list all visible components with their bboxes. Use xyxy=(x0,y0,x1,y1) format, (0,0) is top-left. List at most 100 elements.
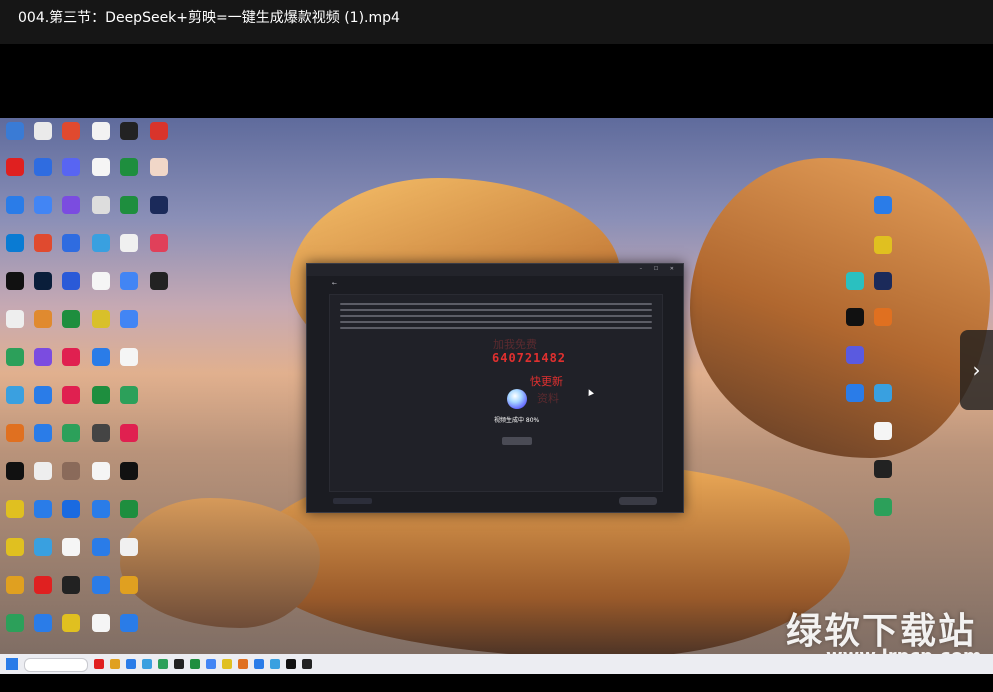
taskbar-search-box[interactable] xyxy=(24,658,88,672)
desktop-icon[interactable] xyxy=(34,310,52,328)
script-text-area[interactable]: 视频生成中 80% xyxy=(329,294,663,492)
next-video-button[interactable]: › xyxy=(960,330,993,410)
desktop-icon[interactable] xyxy=(6,538,24,556)
desktop-icon[interactable] xyxy=(6,348,24,366)
desktop-icon[interactable] xyxy=(62,196,80,214)
desktop-icon[interactable] xyxy=(34,196,52,214)
desktop-icon[interactable] xyxy=(150,272,168,290)
desktop-icon[interactable] xyxy=(34,576,52,594)
option-toggle[interactable] xyxy=(581,498,607,504)
taskbar-app-icon[interactable] xyxy=(126,659,136,669)
app-dialog[interactable]: – ☐ ✕ ← 视频生成中 80% 加我免费 640721482 快更新 资料 xyxy=(306,263,684,513)
desktop-icon[interactable] xyxy=(62,462,80,480)
taskbar-app-icon[interactable] xyxy=(254,659,264,669)
desktop-icon[interactable] xyxy=(92,158,110,176)
desktop-icon[interactable] xyxy=(62,158,80,176)
taskbar-app-icon[interactable] xyxy=(94,659,104,669)
toolbar-tag[interactable] xyxy=(333,498,372,504)
desktop-icon[interactable] xyxy=(62,234,80,252)
desktop-icon[interactable] xyxy=(150,122,168,140)
desktop-icon[interactable] xyxy=(62,122,80,140)
desktop-icon[interactable] xyxy=(92,272,110,290)
desktop-icon[interactable] xyxy=(34,158,52,176)
desktop-icon[interactable] xyxy=(874,422,892,440)
desktop-icon[interactable] xyxy=(150,158,168,176)
desktop-icon[interactable] xyxy=(120,424,138,442)
cancel-button[interactable] xyxy=(502,437,532,445)
desktop-icon[interactable] xyxy=(34,122,52,140)
desktop-icon[interactable] xyxy=(34,272,52,290)
desktop-icon[interactable] xyxy=(846,308,864,326)
desktop-icon[interactable] xyxy=(846,384,864,402)
desktop-icon[interactable] xyxy=(92,500,110,518)
desktop-icon[interactable] xyxy=(34,348,52,366)
video-frame[interactable]: – ☐ ✕ ← 视频生成中 80% 加我免费 640721482 快更新 资料 … xyxy=(0,118,993,674)
desktop-icon[interactable] xyxy=(874,236,892,254)
desktop-icon[interactable] xyxy=(92,462,110,480)
desktop-icon[interactable] xyxy=(6,500,24,518)
desktop-icon[interactable] xyxy=(6,122,24,140)
desktop-icon[interactable] xyxy=(120,310,138,328)
window-controls[interactable]: – ☐ ✕ xyxy=(640,266,679,272)
desktop-icon[interactable] xyxy=(846,272,864,290)
desktop-icon[interactable] xyxy=(6,614,24,632)
desktop-icon[interactable] xyxy=(62,386,80,404)
desktop-icon[interactable] xyxy=(92,538,110,556)
desktop-icon[interactable] xyxy=(120,576,138,594)
taskbar-app-icon[interactable] xyxy=(158,659,168,669)
desktop-icon[interactable] xyxy=(874,384,892,402)
desktop-icon[interactable] xyxy=(92,614,110,632)
desktop-icon[interactable] xyxy=(62,424,80,442)
generate-video-button[interactable] xyxy=(619,497,657,505)
desktop-icon[interactable] xyxy=(120,538,138,556)
desktop-icon[interactable] xyxy=(6,272,24,290)
taskbar-app-icon[interactable] xyxy=(174,659,184,669)
desktop-icon[interactable] xyxy=(92,348,110,366)
desktop-icon[interactable] xyxy=(34,462,52,480)
desktop-icon[interactable] xyxy=(34,614,52,632)
taskbar-app-icon[interactable] xyxy=(302,659,312,669)
desktop-icon[interactable] xyxy=(6,196,24,214)
start-icon[interactable] xyxy=(6,658,18,670)
desktop-icon[interactable] xyxy=(874,460,892,478)
desktop-icon[interactable] xyxy=(6,386,24,404)
desktop-icon[interactable] xyxy=(120,234,138,252)
desktop-icon[interactable] xyxy=(874,196,892,214)
taskbar-app-icon[interactable] xyxy=(270,659,280,669)
desktop-icon[interactable] xyxy=(92,386,110,404)
desktop-icon[interactable] xyxy=(62,576,80,594)
desktop-icon[interactable] xyxy=(6,424,24,442)
desktop-icon[interactable] xyxy=(92,424,110,442)
desktop-icon[interactable] xyxy=(6,576,24,594)
desktop-icon[interactable] xyxy=(92,310,110,328)
taskbar-app-icon[interactable] xyxy=(206,659,216,669)
desktop-icon[interactable] xyxy=(92,122,110,140)
desktop-icon[interactable] xyxy=(34,424,52,442)
desktop-icon[interactable] xyxy=(120,614,138,632)
taskbar-app-icon[interactable] xyxy=(238,659,248,669)
desktop-icon[interactable] xyxy=(34,386,52,404)
desktop-icon[interactable] xyxy=(6,310,24,328)
desktop-icon[interactable] xyxy=(62,310,80,328)
desktop-icon[interactable] xyxy=(92,234,110,252)
desktop-icon[interactable] xyxy=(62,538,80,556)
desktop-icon[interactable] xyxy=(150,196,168,214)
desktop-icon[interactable] xyxy=(846,346,864,364)
desktop-icon[interactable] xyxy=(120,272,138,290)
taskbar-app-icon[interactable] xyxy=(142,659,152,669)
desktop-icon[interactable] xyxy=(120,462,138,480)
desktop-icon[interactable] xyxy=(150,234,168,252)
taskbar-app-icon[interactable] xyxy=(190,659,200,669)
desktop-icon[interactable] xyxy=(120,196,138,214)
desktop-icon[interactable] xyxy=(120,122,138,140)
desktop-icon[interactable] xyxy=(62,614,80,632)
desktop-icon[interactable] xyxy=(34,538,52,556)
taskbar-app-icon[interactable] xyxy=(222,659,232,669)
desktop-icon[interactable] xyxy=(120,500,138,518)
desktop-icon[interactable] xyxy=(874,308,892,326)
desktop-icon[interactable] xyxy=(62,500,80,518)
desktop-icon[interactable] xyxy=(92,576,110,594)
desktop-icon[interactable] xyxy=(34,234,52,252)
desktop-icon[interactable] xyxy=(6,234,24,252)
desktop-icon[interactable] xyxy=(120,386,138,404)
